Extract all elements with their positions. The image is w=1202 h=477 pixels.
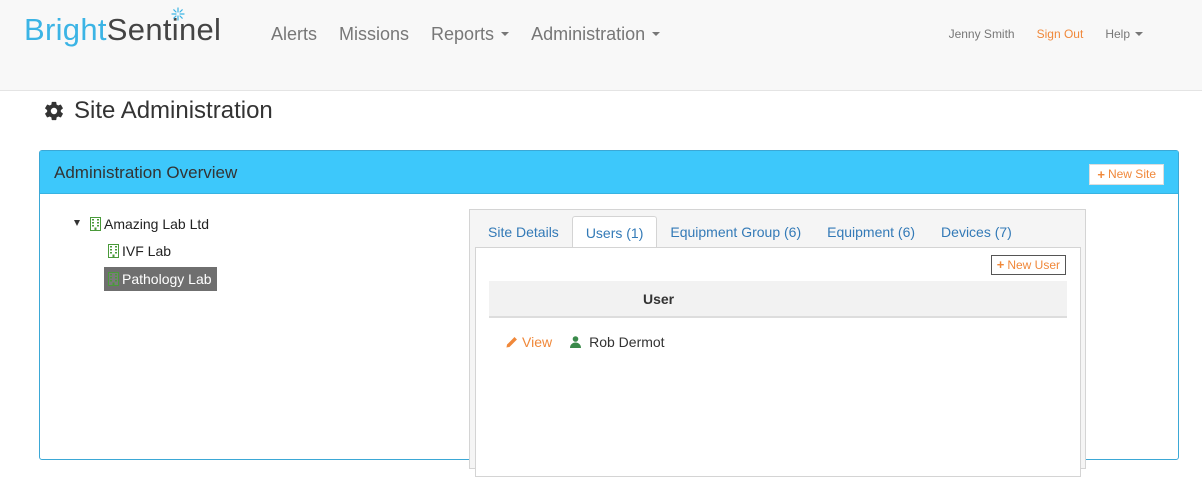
building-icon [108, 244, 119, 258]
site-tabs-container: Site Details Users (1) Equipment Group (… [469, 209, 1086, 477]
nav-reports-dropdown[interactable]: Reports [420, 22, 520, 46]
panel-heading: Administration Overview + New Site [40, 151, 1178, 194]
collapse-triangle-icon[interactable] [74, 220, 80, 226]
user-nav: Jenny Smith Sign Out Help [938, 26, 1154, 42]
plus-icon: + [1097, 167, 1105, 182]
pencil-icon [506, 336, 517, 348]
building-icon [90, 217, 101, 231]
tree-node-root[interactable]: Amazing Lab Ltd [90, 213, 209, 235]
view-user-link[interactable]: View [505, 334, 552, 350]
user-icon [570, 336, 582, 348]
nav-administration-label: Administration [531, 24, 646, 44]
tab-site-details[interactable]: Site Details [475, 216, 572, 248]
new-user-button[interactable]: + New User [990, 255, 1066, 275]
administration-panel: Administration Overview + New Site Amazin… [39, 150, 1179, 477]
site-tabs: Site Details Users (1) Equipment Group (… [475, 216, 1025, 248]
nav-missions-label: Missions [339, 24, 410, 44]
new-user-label: New User [1007, 258, 1060, 272]
tree-node-ivf-lab[interactable]: IVF Lab [108, 240, 171, 262]
current-user[interactable]: Jenny Smith [938, 26, 1026, 42]
panel-title: Administration Overview [54, 163, 238, 182]
gear-icon [45, 101, 63, 121]
main-nav: Alerts Missions Reports Administration [260, 22, 671, 46]
page-title: Site Administration [43, 96, 273, 126]
nav-alerts[interactable]: Alerts [260, 22, 328, 46]
table-row: View Rob Dermot [489, 331, 1067, 353]
caret-down-icon [652, 32, 661, 37]
caret-down-icon [501, 32, 510, 37]
user-name-text: Rob Dermot [589, 334, 665, 350]
help-label: Help [1105, 27, 1130, 41]
tree-node-pathology-lab-label: Pathology Lab [122, 271, 212, 287]
tree-node-root-label: Amazing Lab Ltd [104, 216, 210, 232]
nav-administration-dropdown[interactable]: Administration [520, 22, 671, 46]
page-title-text: Site Administration [74, 97, 273, 124]
nav-reports-label: Reports [431, 24, 495, 44]
tab-devices[interactable]: Devices (7) [928, 216, 1025, 248]
help-dropdown[interactable]: Help [1094, 26, 1154, 42]
view-user-label: View [522, 334, 553, 350]
new-site-label: New Site [1107, 167, 1156, 181]
brand-logo[interactable]: BrightSentinel [24, 7, 222, 48]
brand-part2: Sentinel [106, 12, 222, 47]
top-navbar: BrightSentinel Alerts Missions Reports A… [0, 0, 1202, 91]
nav-missions[interactable]: Missions [328, 22, 420, 46]
new-site-button[interactable]: + New Site [1089, 164, 1164, 185]
tree-node-pathology-lab[interactable]: Pathology Lab [104, 267, 217, 291]
tab-equipment-group[interactable]: Equipment Group (6) [657, 216, 814, 248]
caret-down-icon [1135, 31, 1143, 36]
sign-out-link[interactable]: Sign Out [1026, 26, 1095, 42]
nav-alerts-label: Alerts [271, 24, 318, 44]
building-icon [108, 272, 119, 286]
tab-users[interactable]: Users (1) [571, 216, 658, 248]
users-table-header: User [489, 281, 1067, 318]
tree-node-ivf-lab-label: IVF Lab [122, 243, 172, 259]
tab-equipment[interactable]: Equipment (6) [814, 216, 928, 248]
column-header-user: User [643, 291, 675, 307]
plus-icon: + [996, 257, 1005, 272]
users-tab-content: + New User User View Rob Dermot [475, 247, 1081, 477]
brand-part1: Bright [24, 12, 107, 47]
sparkle-icon [171, 7, 185, 21]
user-name: Rob Dermot [570, 334, 665, 350]
